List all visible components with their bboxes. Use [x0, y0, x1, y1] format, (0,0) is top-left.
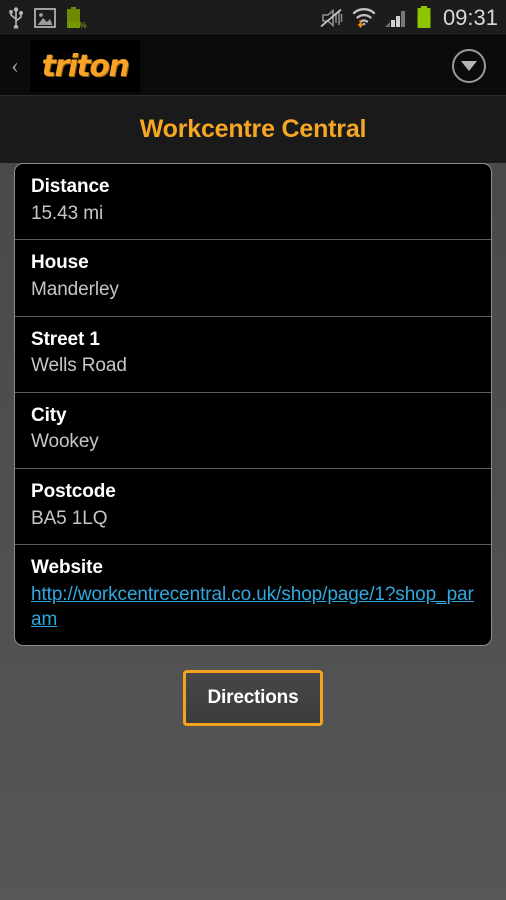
- directions-button[interactable]: Directions: [182, 670, 324, 727]
- battery-full-icon: [416, 6, 432, 29]
- table-row: Distance 15.43 mi: [15, 164, 491, 241]
- app-bar: ‹ triton: [0, 36, 506, 96]
- row-label: Distance: [31, 176, 110, 197]
- row-value: 15.43 mi: [31, 202, 104, 224]
- row-label: Website: [31, 557, 103, 579]
- actions-area: Directions: [14, 646, 492, 727]
- website-link[interactable]: http://workcentrecentral.co.uk/shop/page…: [31, 582, 475, 632]
- row-label: Street 1: [31, 328, 100, 350]
- table-row: Street 1 Wells Road: [15, 317, 491, 393]
- table-row-website: Website http://workcentrecentral.co.uk/s…: [15, 545, 491, 645]
- row-label: City: [31, 404, 67, 426]
- table-row: City Wookey: [15, 393, 491, 470]
- status-bar-left-icons: 100%: [8, 6, 319, 30]
- vibrate-off-icon: [319, 8, 343, 28]
- table-row: Postcode BA5 1LQ: [15, 469, 491, 546]
- status-bar: 100% 09:31: [0, 0, 506, 36]
- row-value: Wookey: [31, 431, 99, 453]
- usb-icon: [8, 6, 24, 29]
- status-bar-clock: 09:31: [442, 4, 498, 30]
- details-card: Distance 15.43 mi House Manderley Street…: [14, 163, 492, 647]
- content-area: Workcentre Central Distance 15.43 mi Hou…: [0, 96, 506, 900]
- status-bar-right-icons: 09:31: [319, 6, 498, 29]
- image-icon: [34, 7, 56, 28]
- app-logo[interactable]: triton: [30, 39, 140, 92]
- row-label: House: [31, 252, 89, 274]
- wifi-download-icon: [352, 7, 376, 29]
- row-label: Postcode: [31, 481, 116, 503]
- back-button[interactable]: ‹: [0, 54, 30, 77]
- body-area: Distance 15.43 mi House Manderley Street…: [0, 163, 506, 900]
- table-row: House Manderley: [15, 240, 491, 317]
- row-value: Manderley: [31, 278, 119, 300]
- battery-percent-label: 100%: [67, 20, 87, 30]
- row-value: BA5 1LQ: [31, 507, 108, 529]
- signal-bars-icon: [384, 8, 407, 28]
- chevron-down-triangle: [461, 60, 477, 71]
- page-title: Workcentre Central: [139, 115, 367, 143]
- row-value: Wells Road: [31, 355, 127, 377]
- app-logo-text: triton: [41, 48, 130, 84]
- battery-charging-icon: 100%: [66, 6, 87, 30]
- chevron-down-circle-icon[interactable]: [452, 48, 486, 83]
